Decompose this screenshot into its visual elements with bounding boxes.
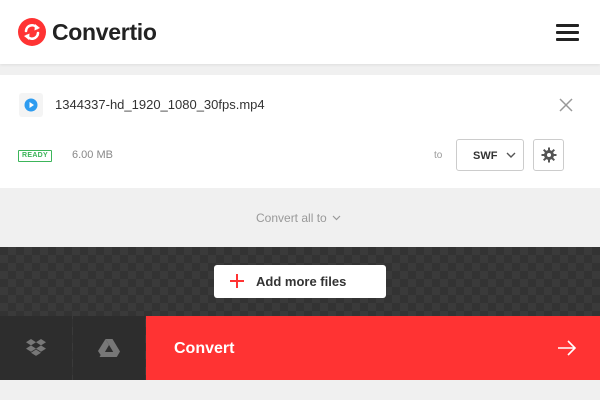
file-card — [0, 75, 600, 188]
add-more-files-label: Add more files — [256, 274, 347, 289]
hamburger-menu-icon[interactable] — [556, 22, 582, 42]
google-drive-button[interactable] — [73, 316, 145, 380]
dropbox-icon — [26, 339, 46, 356]
convert-button[interactable]: Convert — [146, 316, 600, 380]
google-drive-icon — [98, 339, 120, 357]
header: Convertio — [0, 0, 600, 64]
add-more-files-button[interactable]: Add more files — [214, 265, 386, 298]
brand-name: Convertio — [52, 19, 157, 45]
convertio-logo-icon — [18, 18, 46, 46]
dropbox-button[interactable] — [0, 316, 72, 380]
chevron-down-icon — [332, 215, 341, 221]
file-size: 6.00 MB — [72, 149, 113, 161]
gear-icon — [541, 147, 556, 163]
close-icon[interactable] — [557, 96, 575, 114]
brand-logo[interactable]: Convertio — [18, 18, 157, 46]
arrow-right-icon — [558, 340, 577, 356]
format-value: SWF — [473, 150, 498, 162]
format-select[interactable]: SWF — [456, 139, 524, 171]
to-label: to — [434, 150, 443, 161]
plus-icon — [230, 274, 244, 288]
chevron-down-icon — [506, 152, 516, 158]
video-play-icon — [19, 93, 43, 117]
status-badge: READY — [18, 150, 53, 162]
settings-button[interactable] — [533, 139, 564, 171]
convert-all-label: Convert all to — [256, 211, 327, 225]
convert-label: Convert — [174, 340, 235, 357]
convert-all-to-dropdown[interactable]: Convert all to — [256, 210, 341, 226]
file-name: 1344337-hd_1920_1080_30fps.mp4 — [55, 97, 265, 112]
